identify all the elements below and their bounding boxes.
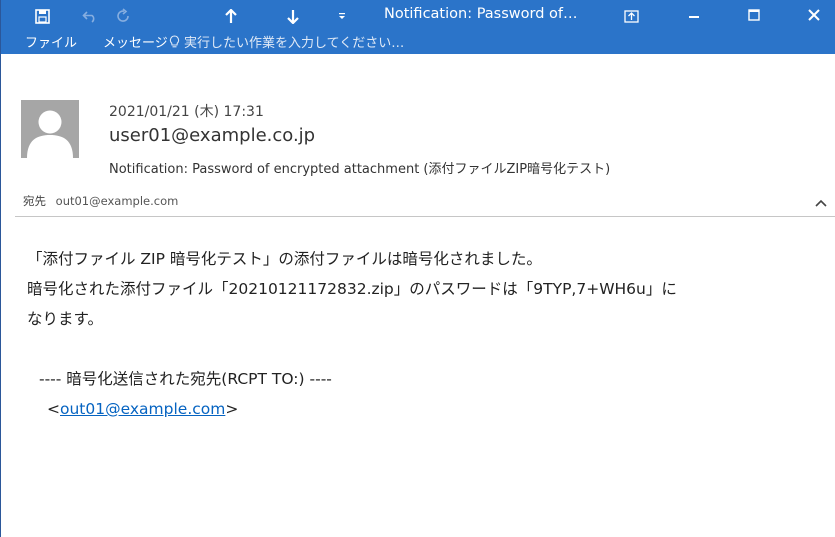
customize-qat-icon <box>337 11 347 21</box>
minimize-icon <box>688 6 700 25</box>
customize-qat-button[interactable] <box>328 4 356 28</box>
undo-icon <box>82 9 98 23</box>
body-line: 「添付ファイル ZIP 暗号化テスト」の添付ファイルは暗号化されました。 <box>27 250 542 268</box>
body-line: ---- 暗号化送信された宛先(RCPT TO:) ---- <box>39 370 332 388</box>
close-button[interactable] <box>792 0 835 30</box>
collapse-header-button[interactable] <box>814 194 828 208</box>
ribbon-tabs: ファイル メッセージ 実行したい作業を入力してください… <box>1 30 835 54</box>
next-item-button[interactable] <box>279 4 307 28</box>
tell-me-placeholder: 実行したい作業を入力してください… <box>184 36 405 51</box>
body-line: なります。 <box>27 310 103 328</box>
maximize-icon <box>748 6 760 25</box>
sender-avatar[interactable] <box>21 100 79 158</box>
arrow-up-icon <box>225 8 237 24</box>
to-label: 宛先 <box>23 194 46 208</box>
recipient-email-link[interactable]: out01@example.com <box>60 400 225 418</box>
redo-button[interactable] <box>109 4 137 28</box>
person-icon <box>21 100 79 158</box>
quick-access-toolbar: Notification: Password of… <box>1 0 835 28</box>
message-window: Notification: Password of… ファイル メッセージ 実行… <box>0 0 835 537</box>
recipient-line: <out01@example.com> <box>27 394 817 424</box>
save-button[interactable] <box>28 4 56 28</box>
maximize-button[interactable] <box>732 0 776 30</box>
title-bar: Notification: Password of… ファイル メッセージ 実行… <box>1 0 835 54</box>
angle-open: < <box>47 400 60 418</box>
to-address[interactable]: out01@example.com <box>56 194 179 208</box>
body-line: 暗号化された添付ファイル「20210121172832.zip」のパスワードは「… <box>27 280 677 298</box>
message-body: 「添付ファイル ZIP 暗号化テスト」の添付ファイルは暗号化されました。 暗号化… <box>27 244 817 424</box>
header-divider <box>15 216 835 217</box>
close-icon <box>808 6 820 25</box>
undo-button[interactable] <box>76 4 104 28</box>
arrow-down-icon <box>287 9 299 24</box>
sender-address[interactable]: user01@example.co.jp <box>109 125 315 146</box>
tab-file[interactable]: ファイル <box>25 32 77 51</box>
angle-close: > <box>225 400 239 418</box>
message-header: 2021/01/21 (木) 17:31 user01@example.co.j… <box>1 54 835 212</box>
message-subject: Notification: Password of encrypted atta… <box>109 162 611 177</box>
ribbon-display-options-button[interactable] <box>617 4 645 28</box>
minimize-button[interactable] <box>672 0 716 30</box>
redo-icon <box>115 8 131 24</box>
previous-item-button[interactable] <box>217 4 245 28</box>
chevron-up-icon <box>815 192 827 211</box>
save-icon <box>34 8 50 24</box>
window-title: Notification: Password of… <box>384 6 578 22</box>
ribbon-display-icon <box>623 9 639 23</box>
sent-date: 2021/01/21 (木) 17:31 <box>109 104 264 120</box>
recipient-row: 宛先 out01@example.com <box>23 193 178 209</box>
tell-me-search[interactable]: 実行したい作業を入力してください… <box>169 32 404 51</box>
lightbulb-icon <box>169 34 180 49</box>
tab-message[interactable]: メッセージ <box>103 32 168 51</box>
